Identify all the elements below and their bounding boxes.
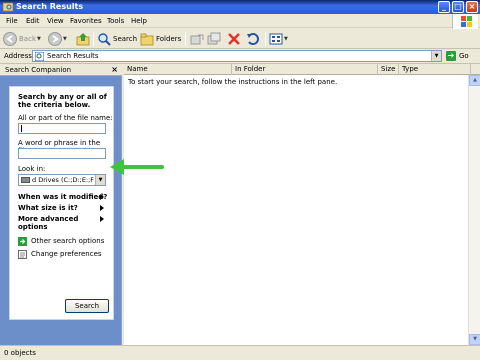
search-icon [98, 33, 111, 46]
menu-view[interactable]: View [47, 17, 64, 25]
undo-button[interactable] [246, 31, 260, 47]
close-icon[interactable]: × [111, 65, 118, 74]
expand-arrow-icon[interactable] [100, 216, 104, 222]
change-preferences-link[interactable]: Change preferences [31, 250, 102, 258]
move-to-button[interactable] [190, 31, 204, 47]
chevron-down-icon: ▼ [37, 36, 41, 42]
back-icon [3, 32, 17, 46]
address-label: Address [4, 52, 32, 60]
column-in-folder[interactable]: In Folder [232, 64, 378, 75]
filename-input[interactable] [18, 123, 106, 134]
menu-favorites[interactable]: Favorites [70, 17, 102, 25]
menu-help[interactable]: Help [131, 17, 147, 25]
status-bar: 0 objects [0, 345, 480, 360]
arrow-right-icon [18, 237, 27, 246]
menu-tools[interactable]: Tools [107, 17, 124, 25]
column-name[interactable]: Name [124, 64, 232, 75]
search-companion-pane: Search Companion × Search by any or all … [0, 64, 122, 345]
search-results-icon [35, 52, 44, 61]
empty-results-message: To start your search, follow the instruc… [128, 78, 338, 86]
criteria-heading: Search by any or all of [18, 93, 107, 101]
when-modified-option[interactable]: When was it modified? [18, 193, 107, 201]
column-extra[interactable] [471, 64, 480, 75]
copy-to-button[interactable] [207, 31, 221, 47]
views-icon [269, 33, 283, 45]
up-folder-icon [76, 33, 90, 46]
scroll-down-icon[interactable]: ▼ [469, 334, 480, 345]
advanced-options-2[interactable]: options [18, 223, 48, 231]
windows-logo-icon [452, 14, 478, 29]
menu-edit[interactable]: Edit [26, 17, 40, 25]
delete-icon [228, 33, 240, 45]
search-button[interactable]: Search [97, 31, 137, 47]
expand-arrow-icon[interactable] [100, 194, 104, 200]
preferences-icon [18, 250, 27, 259]
forward-button[interactable]: ▼ [48, 31, 67, 47]
status-text: 0 objects [4, 349, 36, 357]
toolbar: Back ▼ ▼ Search Folders ▼ [0, 29, 480, 49]
address-input[interactable]: Search Results ▼ [32, 50, 442, 62]
search-companion-header: Search Companion × [0, 64, 122, 76]
criteria-heading-2: the criteria below. [18, 101, 91, 109]
lookin-select[interactable]: d Drives (C:;D:;E:;F:) ▼ [18, 174, 106, 186]
chevron-down-icon: ▼ [284, 36, 288, 42]
back-button[interactable]: Back ▼ [3, 31, 41, 47]
folders-icon [140, 33, 154, 46]
drive-icon [21, 177, 30, 183]
menu-bar: File Edit View Favorites Tools Help [0, 14, 480, 28]
go-button[interactable]: ➔ Go [446, 51, 469, 61]
delete-button[interactable] [227, 31, 241, 47]
column-header: Name In Folder Size Type [124, 64, 480, 75]
advanced-options[interactable]: More advanced [18, 215, 78, 223]
phrase-input[interactable] [18, 148, 106, 159]
filename-label: All or part of the file name: [18, 114, 113, 122]
vertical-scrollbar[interactable]: ▲ ▼ [468, 75, 480, 345]
results-pane: Name In Folder Size Type To start your s… [124, 64, 480, 345]
move-to-icon [190, 34, 204, 45]
search-submit-button[interactable]: Search [65, 299, 109, 313]
search-criteria-panel: Search by any or all of the criteria bel… [9, 86, 114, 320]
other-search-options-link[interactable]: Other search options [31, 237, 104, 245]
views-button[interactable]: ▼ [269, 31, 288, 47]
chevron-down-icon[interactable]: ▼ [431, 51, 441, 61]
copy-to-icon [207, 32, 221, 45]
window-title: Search Results [16, 2, 84, 11]
title-bar: Search Results _ □ × [0, 0, 480, 14]
scroll-up-icon[interactable]: ▲ [469, 75, 480, 86]
column-type[interactable]: Type [399, 64, 471, 75]
column-size[interactable]: Size [378, 64, 399, 75]
close-window-button[interactable]: × [466, 1, 478, 13]
undo-icon [247, 33, 259, 45]
folders-button[interactable]: Folders [140, 31, 181, 47]
chevron-down-icon: ▼ [63, 36, 67, 42]
expand-arrow-icon[interactable] [100, 205, 104, 211]
chevron-down-icon[interactable]: ▼ [95, 175, 105, 185]
menu-file[interactable]: File [6, 17, 18, 25]
minimize-button[interactable]: _ [438, 1, 450, 13]
annotation-arrow-icon [110, 159, 164, 175]
maximize-button[interactable]: □ [452, 1, 464, 13]
go-icon: ➔ [446, 51, 456, 61]
forward-icon [48, 32, 62, 46]
up-folder-button[interactable] [76, 31, 90, 47]
address-bar: Address Search Results ▼ ➔ Go [0, 49, 480, 64]
lookin-label: Look in: [18, 165, 46, 173]
size-option[interactable]: What size is it? [18, 204, 78, 212]
window-icon [3, 2, 13, 12]
